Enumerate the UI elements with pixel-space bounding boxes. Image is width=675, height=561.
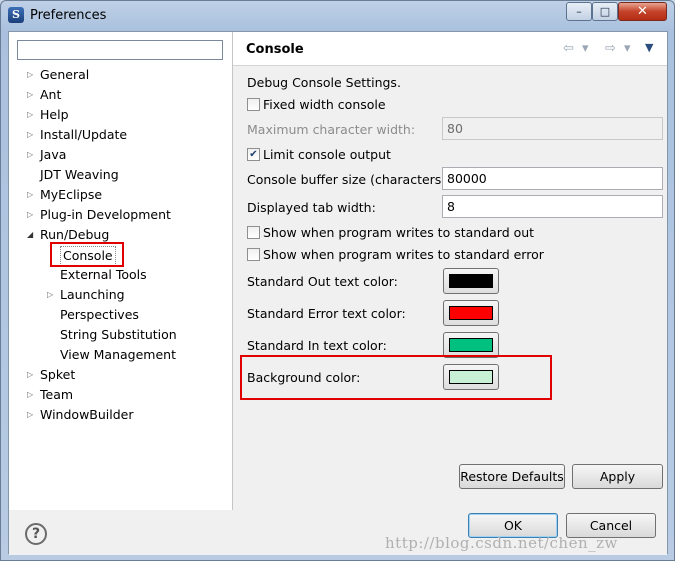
page-header: Console ⇦ ▾ ⇨ ▾ ▼: [233, 32, 667, 66]
maximize-button[interactable]: □: [592, 2, 618, 21]
expand-arrow-icon[interactable]: ▷: [27, 66, 37, 84]
max-char-width-field[interactable]: 80: [442, 117, 663, 140]
std-err-color-button[interactable]: [443, 300, 499, 326]
window-title: Preferences: [30, 8, 107, 23]
std-out-color-label: Standard Out text color:: [247, 274, 398, 289]
console-preference-page: Console ⇦ ▾ ⇨ ▾ ▼ Debug Console Settings…: [233, 32, 667, 510]
watermark-text: http://blog.csdn.net/chen_zw: [385, 534, 618, 552]
expand-arrow-icon[interactable]: ▷: [27, 126, 37, 144]
show-err-label[interactable]: Show when program writes to standard err…: [263, 247, 544, 262]
expand-arrow-icon[interactable]: ▷: [27, 146, 37, 164]
title-bar[interactable]: S Preferences – □ ✕: [1, 1, 674, 31]
show-out-label[interactable]: Show when program writes to standard out: [263, 225, 534, 240]
expand-arrow-icon[interactable]: ▷: [27, 366, 37, 384]
expand-arrow-icon[interactable]: ▷: [27, 206, 37, 224]
max-char-width-label: Maximum character width:: [247, 122, 416, 137]
expand-arrow-icon[interactable]: ▷: [27, 186, 37, 204]
std-out-swatch: [449, 274, 493, 288]
buffer-size-label: Console buffer size (characters):: [247, 172, 451, 187]
std-err-color-label: Standard Error text color:: [247, 306, 406, 321]
std-err-swatch: [449, 306, 493, 320]
collapse-arrow-icon[interactable]: ◢: [27, 226, 37, 244]
std-in-color-label: Standard In text color:: [247, 338, 387, 353]
limit-output-label[interactable]: Limit console output: [263, 147, 391, 162]
background-swatch: [449, 370, 493, 384]
help-icon[interactable]: ?: [25, 523, 47, 545]
dialog-client: ▷ General ▷ Ant ▷ Help ▷ Install/Update ▷ Jav…: [8, 31, 668, 555]
expand-arrow-icon[interactable]: ▷: [27, 406, 37, 424]
back-nav-icon[interactable]: ⇦ ▾: [563, 41, 591, 56]
preferences-window: S Preferences – □ ✕ ▷ General ▷ Ant ▷ Help …: [0, 0, 675, 561]
expand-arrow-icon[interactable]: ▷: [27, 386, 37, 404]
show-err-checkbox[interactable]: [247, 248, 260, 261]
apply-button[interactable]: Apply: [572, 464, 663, 489]
background-color-label: Background color:: [247, 370, 361, 385]
std-in-swatch: [449, 338, 493, 352]
background-color-button[interactable]: [443, 364, 499, 390]
tab-width-field[interactable]: 8: [442, 195, 663, 218]
page-description: Debug Console Settings.: [247, 75, 401, 90]
eclipse-app-icon: S: [8, 7, 24, 23]
expand-arrow-icon[interactable]: ▷: [27, 86, 37, 104]
buffer-size-field[interactable]: 80000: [442, 167, 663, 190]
selection-highlight-box: [50, 242, 124, 267]
show-out-checkbox[interactable]: [247, 226, 260, 239]
page-title: Console: [246, 42, 304, 57]
fixed-width-label[interactable]: Fixed width console: [263, 97, 386, 112]
expand-arrow-icon[interactable]: ▷: [47, 286, 57, 304]
fixed-width-checkbox[interactable]: [247, 98, 260, 111]
preference-tree-pane: ▷ General ▷ Ant ▷ Help ▷ Install/Update ▷ Jav…: [9, 32, 233, 510]
tab-width-label: Displayed tab width:: [247, 200, 376, 215]
close-button[interactable]: ✕: [618, 2, 667, 21]
filter-input[interactable]: [17, 40, 223, 60]
std-out-color-button[interactable]: [443, 268, 499, 294]
forward-nav-icon[interactable]: ⇨ ▾: [605, 41, 633, 56]
restore-defaults-button[interactable]: Restore Defaults: [459, 464, 565, 489]
view-menu-icon[interactable]: ▼: [645, 41, 653, 54]
expand-arrow-icon[interactable]: ▷: [27, 106, 37, 124]
limit-output-checkbox[interactable]: ✔: [247, 148, 260, 161]
minimize-button[interactable]: –: [566, 2, 592, 21]
